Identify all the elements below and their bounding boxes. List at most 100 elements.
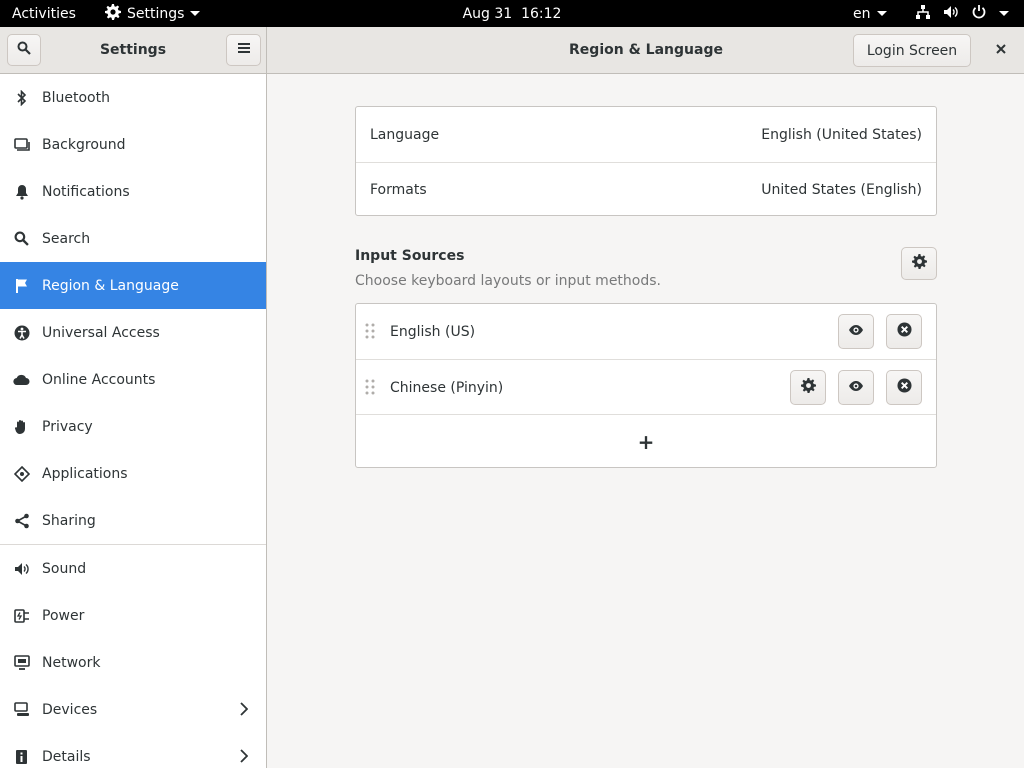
sidebar-item-applications[interactable]: Applications — [0, 450, 266, 497]
remove-input-source-button[interactable] — [886, 314, 922, 349]
power-icon — [971, 4, 987, 24]
accessibility-icon — [13, 324, 30, 341]
sidebar-item-background[interactable]: Background — [0, 121, 266, 168]
caret-down-icon — [999, 11, 1009, 16]
applications-icon — [13, 465, 30, 482]
sidebar-item-details[interactable]: Details — [0, 733, 266, 768]
cloud-icon — [13, 371, 30, 388]
sidebar-header: Settings — [0, 27, 267, 73]
activities-label: Activities — [12, 5, 76, 22]
sidebar-item-power[interactable]: Power — [0, 592, 266, 639]
sidebar: Bluetooth Background Notifications Searc… — [0, 74, 267, 768]
sidebar-item-label: Applications — [42, 465, 128, 482]
primary-menu-button[interactable] — [226, 34, 261, 66]
view-layout-button[interactable] — [838, 370, 874, 405]
flag-icon — [13, 277, 30, 294]
bluetooth-icon — [13, 89, 30, 106]
close-icon — [996, 42, 1006, 58]
sidebar-item-label: Search — [42, 230, 91, 247]
input-source-label: English (US) — [390, 323, 476, 340]
sidebar-item-search[interactable]: Search — [0, 215, 266, 262]
input-sources-heading: Input Sources — [355, 248, 465, 264]
input-language-menu[interactable]: en — [853, 0, 887, 27]
input-sources-options-button[interactable] — [901, 247, 937, 280]
chevron-right-icon — [240, 702, 249, 720]
sidebar-item-label: Devices — [42, 701, 98, 718]
network-wired-icon — [915, 4, 931, 24]
eye-icon — [848, 324, 864, 340]
sidebar-item-network[interactable]: Network — [0, 639, 266, 686]
sidebar-item-label: Sharing — [42, 512, 96, 529]
sidebar-item-label: Region & Language — [42, 277, 179, 294]
remove-icon — [896, 322, 912, 341]
system-status-menu[interactable] — [915, 0, 1009, 27]
hand-icon — [13, 418, 30, 435]
sidebar-item-online-accounts[interactable]: Online Accounts — [0, 356, 266, 403]
region-settings-list: Language English (United States) Formats… — [355, 106, 937, 216]
caret-down-icon — [876, 11, 887, 16]
search-icon — [17, 41, 31, 59]
share-icon — [13, 512, 30, 529]
add-icon: + — [637, 429, 655, 454]
sidebar-item-sound[interactable]: Sound — [0, 545, 266, 592]
formats-row[interactable]: Formats United States (English) — [356, 162, 936, 217]
search-icon — [13, 230, 30, 247]
sidebar-item-label: Sound — [42, 560, 87, 577]
clock-button[interactable]: Aug 31 16:12 — [463, 6, 562, 22]
sidebar-item-bluetooth[interactable]: Bluetooth — [0, 74, 266, 121]
gear-icon — [105, 3, 121, 24]
top-bar: Activities Settings Aug 31 16:12 en — [0, 0, 1024, 27]
input-source-label: Chinese (Pinyin) — [390, 379, 504, 396]
language-value: English (United States) — [761, 126, 922, 143]
sidebar-item-label: Online Accounts — [42, 371, 156, 388]
formats-value: United States (English) — [761, 182, 922, 198]
main-panel: Language English (United States) Formats… — [268, 74, 1024, 768]
activities-button[interactable]: Activities — [12, 0, 76, 27]
sidebar-item-label: Network — [42, 654, 101, 671]
search-button[interactable] — [7, 34, 41, 66]
close-window-button[interactable] — [986, 35, 1016, 65]
date-label: Aug 31 — [462, 5, 513, 22]
info-icon — [13, 748, 30, 765]
view-layout-button[interactable] — [838, 314, 874, 349]
sidebar-item-notifications[interactable]: Notifications — [0, 168, 266, 215]
bell-icon — [13, 183, 30, 200]
header-bar: Settings Region & Language Login Screen — [0, 27, 1024, 74]
input-source-row[interactable]: Chinese (Pinyin) — [356, 359, 936, 414]
remove-icon — [896, 378, 912, 397]
drag-handle-icon[interactable] — [365, 379, 375, 399]
remove-input-source-button[interactable] — [886, 370, 922, 405]
chevron-right-icon — [240, 749, 249, 767]
login-screen-label: Login Screen — [866, 42, 958, 59]
input-sources-list: English (US) Chinese (Pinyin) + — [355, 303, 937, 468]
sidebar-item-region-language[interactable]: Region & Language — [0, 262, 266, 309]
time-label: 16:12 — [521, 5, 562, 22]
input-source-settings-button[interactable] — [790, 370, 826, 405]
devices-icon — [13, 701, 30, 718]
sidebar-item-label: Universal Access — [42, 324, 160, 341]
sidebar-item-universal-access[interactable]: Universal Access — [0, 309, 266, 356]
app-menu-button[interactable]: Settings — [105, 0, 201, 27]
sidebar-item-label: Background — [42, 136, 126, 153]
drag-handle-icon[interactable] — [365, 323, 375, 343]
language-label: Language — [370, 126, 440, 143]
add-input-source-button[interactable]: + — [356, 414, 936, 468]
gear-icon — [911, 254, 927, 273]
hamburger-menu-icon — [237, 42, 250, 58]
power-plug-icon — [13, 607, 30, 624]
sidebar-item-label: Notifications — [42, 183, 130, 200]
sidebar-item-sharing[interactable]: Sharing — [0, 497, 266, 544]
language-row[interactable]: Language English (United States) — [356, 107, 936, 162]
input-language-label: en — [853, 5, 871, 22]
network-icon — [13, 654, 30, 671]
sidebar-item-privacy[interactable]: Privacy — [0, 403, 266, 450]
speaker-icon — [13, 560, 30, 577]
input-source-row[interactable]: English (US) — [356, 304, 936, 359]
app-name-label: Settings — [127, 5, 185, 22]
caret-down-icon — [190, 11, 201, 16]
volume-icon — [943, 4, 959, 24]
sidebar-item-devices[interactable]: Devices — [0, 686, 266, 733]
formats-label: Formats — [370, 182, 427, 198]
gear-icon — [800, 378, 816, 397]
login-screen-button[interactable]: Login Screen — [853, 34, 971, 67]
